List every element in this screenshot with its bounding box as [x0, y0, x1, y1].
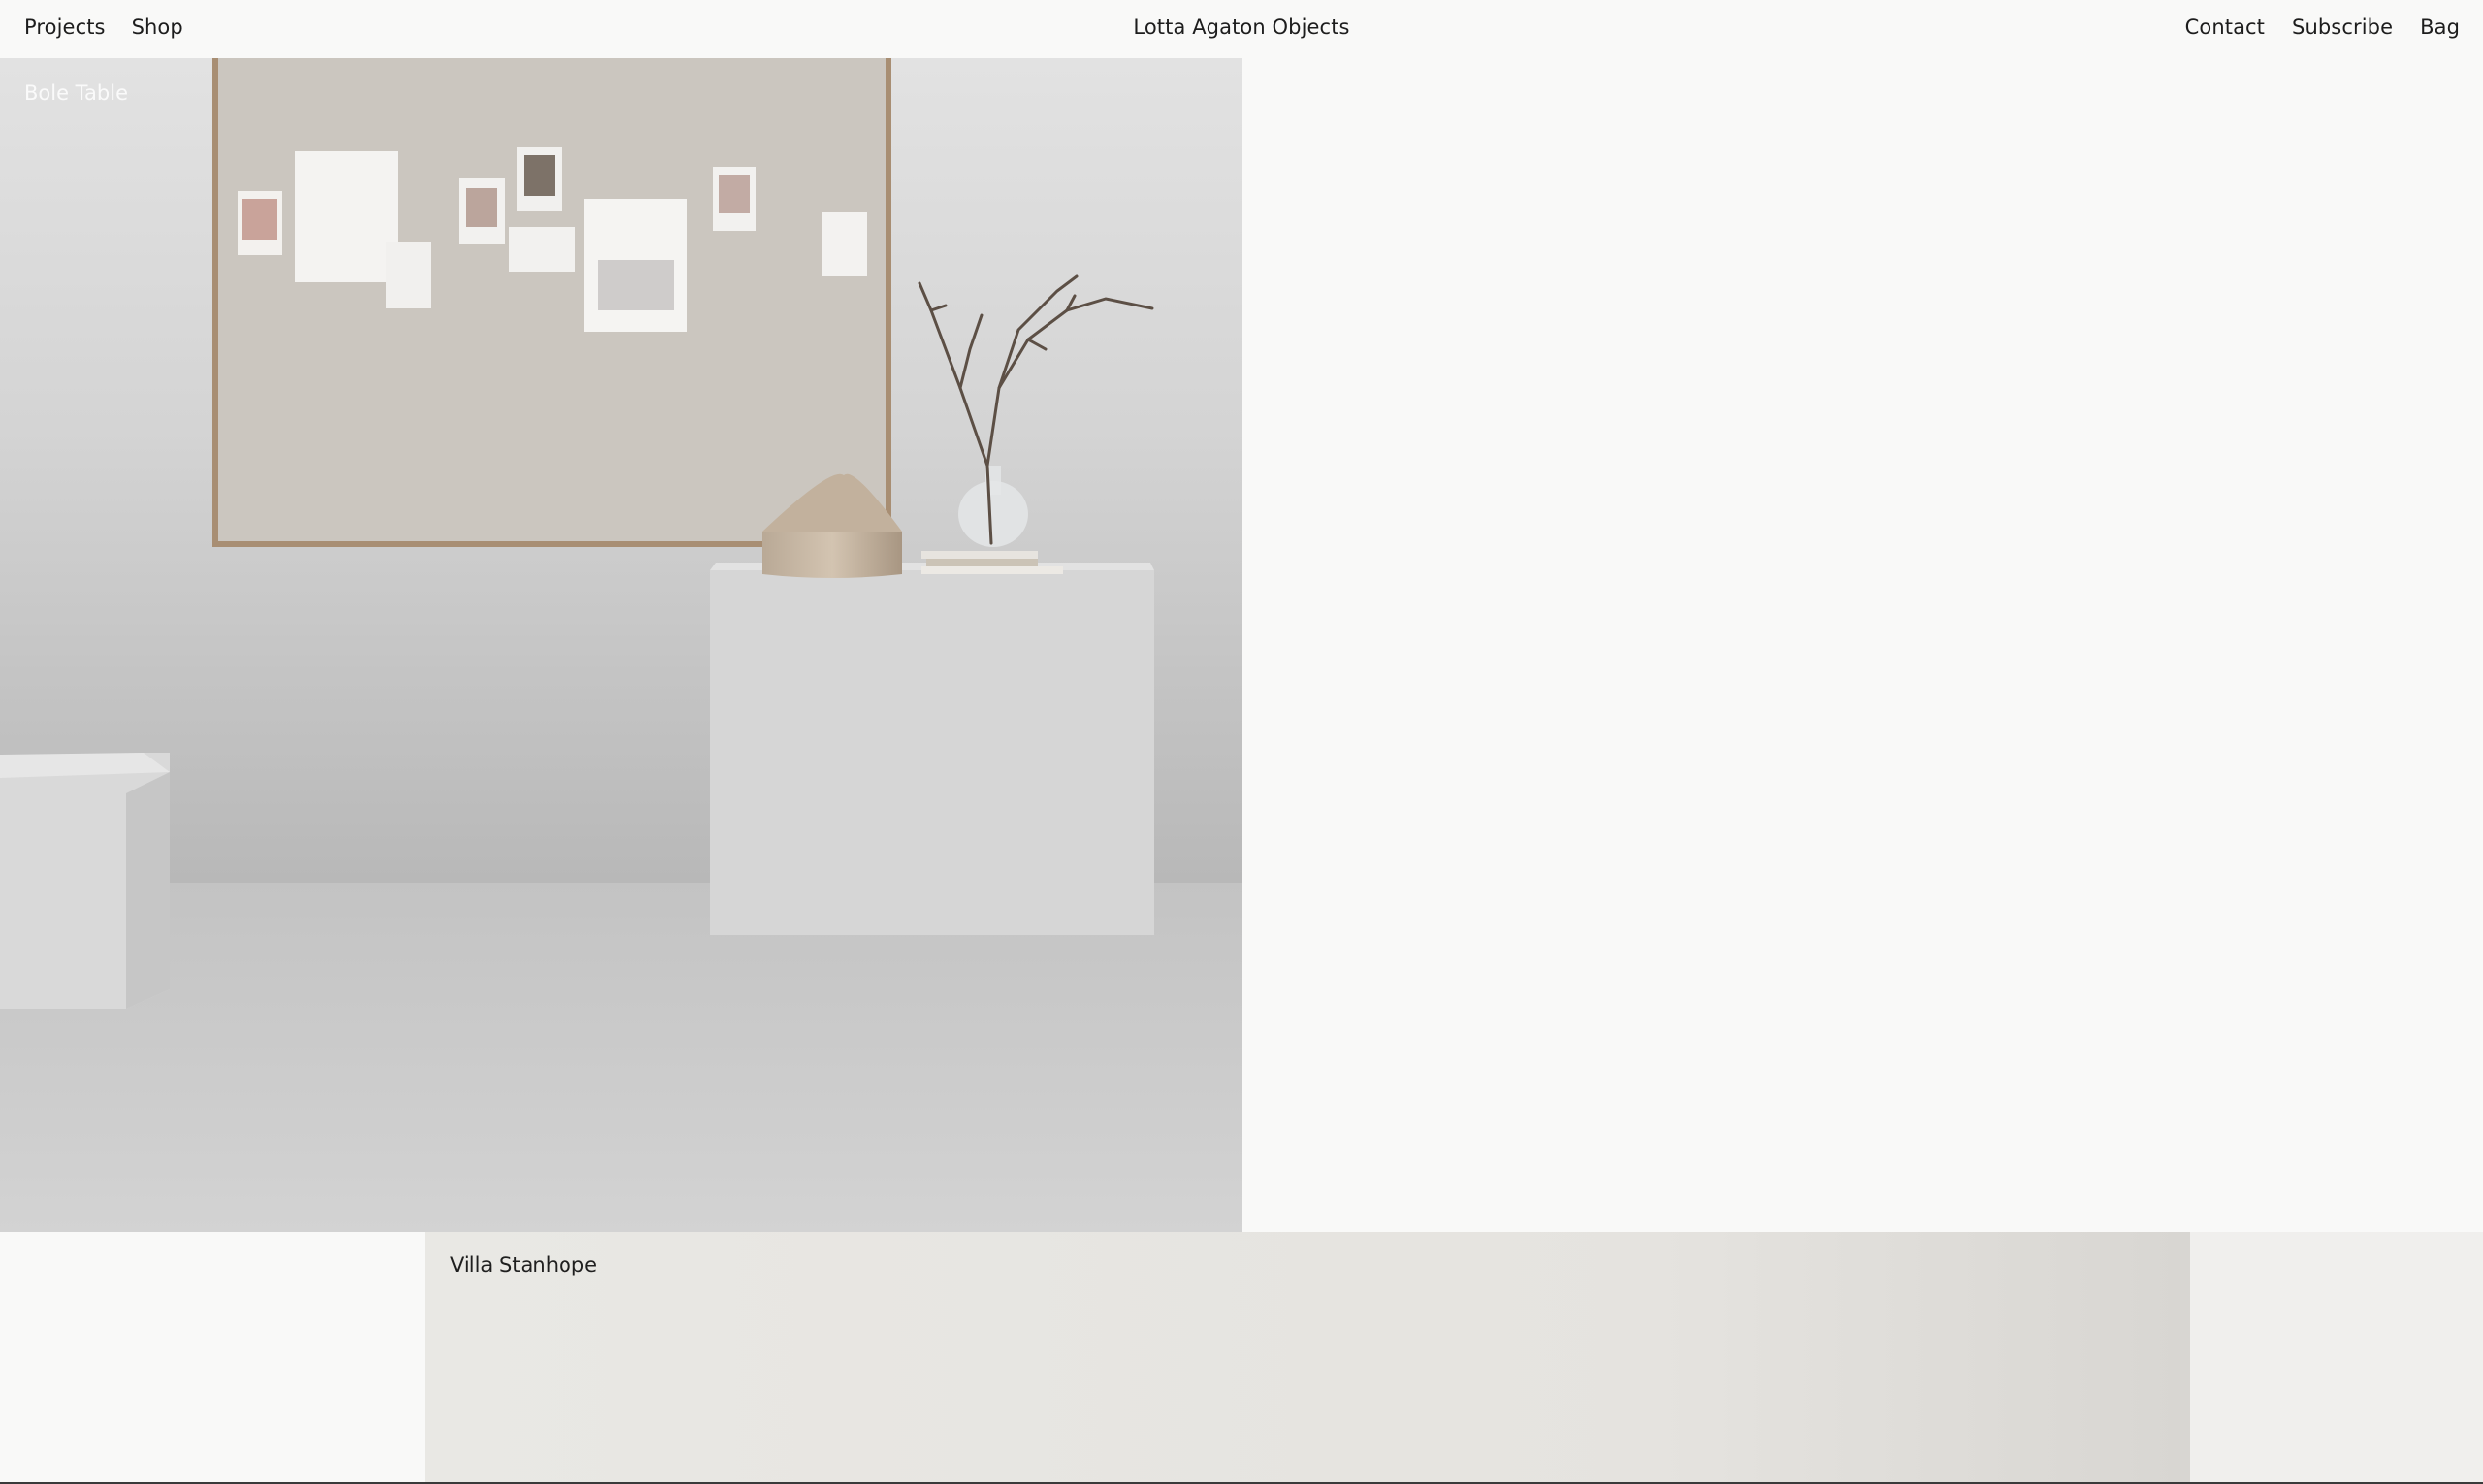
primary-nav: Projects Shop — [24, 16, 183, 39]
secondary-nav: Contact Subscribe Bag — [2185, 16, 2460, 39]
brand-wrapper: Lotta Agaton Objects — [0, 16, 2483, 39]
project-title-villa-stanhope[interactable]: Villa Stanhope — [450, 1253, 597, 1276]
project-title-bole-table[interactable]: Bole Table — [24, 81, 128, 105]
project-tile-villa-stanhope[interactable]: Villa Stanhope — [425, 1232, 2190, 1484]
project-image-bole-table — [0, 58, 1242, 1232]
nav-shop-link[interactable]: Shop — [132, 16, 183, 39]
site-header: Projects Shop Lotta Agaton Objects Conta… — [0, 0, 2483, 58]
project-tile-bole-table[interactable]: Bole Table — [0, 58, 1242, 1232]
nav-contact-link[interactable]: Contact — [2185, 16, 2265, 39]
adjacent-project-image — [2190, 1232, 2483, 1484]
nav-bag-link[interactable]: Bag — [2420, 16, 2460, 39]
nav-subscribe-link[interactable]: Subscribe — [2292, 16, 2393, 39]
nav-projects-link[interactable]: Projects — [24, 16, 106, 39]
brand-logo-link[interactable]: Lotta Agaton Objects — [1133, 16, 1349, 39]
